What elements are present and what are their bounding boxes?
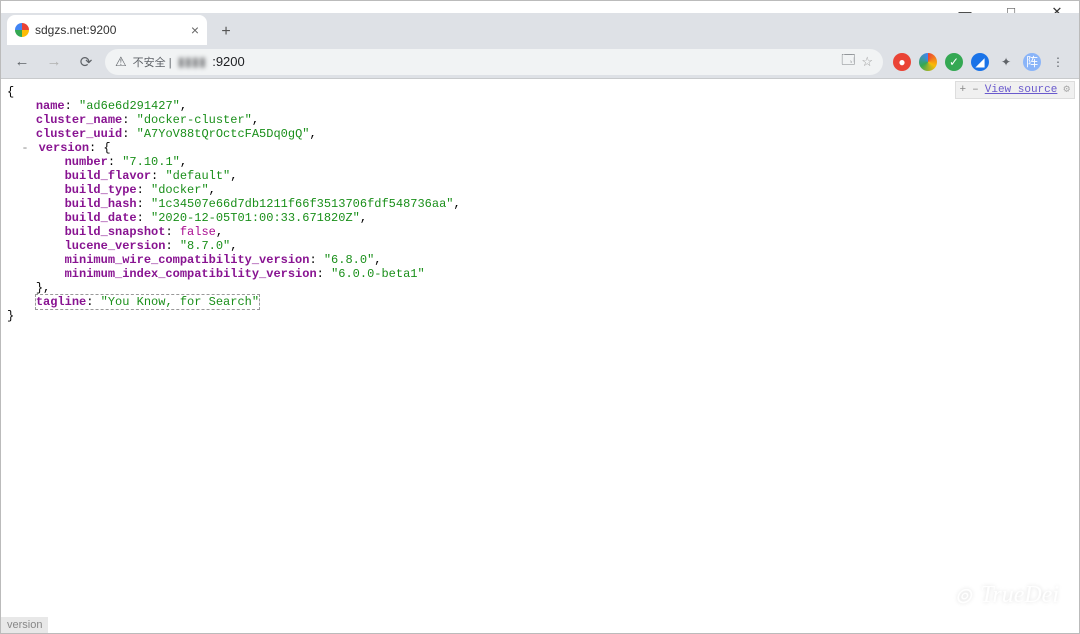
json-key: build_date xyxy=(65,211,137,225)
address-bar: ← → ⟳ ⚠ 不安全 | ▮▮▮▮ :9200 🗔 ☆ ● ✓ ◢ ✦ 阵 ⋮ xyxy=(1,45,1079,79)
security-label: 不安全 | xyxy=(133,54,172,70)
json-key: version xyxy=(39,141,89,155)
json-brace-open: { xyxy=(7,85,1073,99)
json-key: build_flavor xyxy=(65,169,151,183)
url-port: :9200 xyxy=(212,54,245,69)
collapse-toggle-icon[interactable]: - xyxy=(21,141,31,155)
tab-close-icon[interactable]: × xyxy=(191,22,199,38)
back-button[interactable]: ← xyxy=(9,49,35,75)
extension-icon-2[interactable] xyxy=(919,53,937,71)
status-bar: version xyxy=(1,617,48,633)
extension-icon-1[interactable]: ● xyxy=(893,53,911,71)
json-key: build_hash xyxy=(65,197,137,211)
tab-strip: sdgzs.net:9200 × + xyxy=(1,13,1079,45)
expand-all-button[interactable]: + xyxy=(960,83,967,97)
view-source-link[interactable]: View source xyxy=(985,83,1058,97)
watermark: ⊚ TrueDei xyxy=(954,582,1059,609)
json-brace-close: } xyxy=(7,309,1073,323)
json-value: "docker" xyxy=(151,183,209,197)
json-viewer: + – View source ⚙ { name: "ad6e6d291427"… xyxy=(1,79,1079,329)
profile-avatar-icon[interactable]: 阵 xyxy=(1023,53,1041,71)
json-value: "7.10.1" xyxy=(122,155,180,169)
json-key: name xyxy=(36,99,65,113)
json-key: minimum_index_compatibility_version xyxy=(65,267,317,281)
new-tab-button[interactable]: + xyxy=(213,19,239,45)
json-value: "2020-12-05T01:00:33.671820Z" xyxy=(151,211,360,225)
json-key: build_type xyxy=(65,183,137,197)
json-key: cluster_uuid xyxy=(36,127,122,141)
json-key: minimum_wire_compatibility_version xyxy=(65,253,310,267)
reload-button[interactable]: ⟳ xyxy=(73,49,99,75)
json-value: "A7YoV88tQrOctcFA5Dq0gQ" xyxy=(137,127,310,141)
url-input[interactable]: ⚠ 不安全 | ▮▮▮▮ :9200 🗔 ☆ xyxy=(105,49,883,75)
extension-icon-4[interactable]: ◢ xyxy=(971,53,989,71)
json-key: lucene_version xyxy=(65,239,166,253)
watermark-text: TrueDei xyxy=(980,582,1059,609)
json-value: "You Know, for Search" xyxy=(101,295,259,309)
extensions-puzzle-icon[interactable]: ✦ xyxy=(997,53,1015,71)
json-value: false xyxy=(180,225,216,239)
json-key: build_snapshot xyxy=(65,225,166,239)
security-warning-icon: ⚠ xyxy=(115,54,127,70)
json-key: cluster_name xyxy=(36,113,122,127)
json-value: "6.0.0-beta1" xyxy=(331,267,425,281)
json-value: "docker-cluster" xyxy=(137,113,252,127)
tab-title: sdgzs.net:9200 xyxy=(35,23,116,37)
json-value: "default" xyxy=(165,169,230,183)
forward-button[interactable]: → xyxy=(41,49,67,75)
browser-tab[interactable]: sdgzs.net:9200 × xyxy=(7,15,207,45)
bookmark-star-icon[interactable]: ☆ xyxy=(861,54,873,70)
highlighted-json-row: tagline: "You Know, for Search" xyxy=(36,295,259,309)
extension-icons: ● ✓ ◢ ✦ 阵 ⋮ xyxy=(889,53,1071,71)
json-value: "1c34507e66d7db1211f66f3513706fdf548736a… xyxy=(151,197,453,211)
json-toolbar: + – View source ⚙ xyxy=(955,81,1075,99)
json-key: number xyxy=(65,155,108,169)
json-value: "8.7.0" xyxy=(180,239,230,253)
json-value: "ad6e6d291427" xyxy=(79,99,180,113)
json-value: "6.8.0" xyxy=(324,253,374,267)
json-key: tagline xyxy=(36,295,86,309)
browser-menu-icon[interactable]: ⋮ xyxy=(1049,53,1067,71)
json-settings-icon[interactable]: ⚙ xyxy=(1063,83,1070,97)
extension-icon-3[interactable]: ✓ xyxy=(945,53,963,71)
url-text: ▮▮▮▮ xyxy=(178,54,207,70)
collapse-all-button[interactable]: – xyxy=(972,83,979,97)
favicon-icon xyxy=(15,23,29,37)
wechat-icon: ⊚ xyxy=(954,583,972,609)
translate-icon[interactable]: 🗔 xyxy=(841,51,855,73)
titlebar xyxy=(1,1,1079,13)
